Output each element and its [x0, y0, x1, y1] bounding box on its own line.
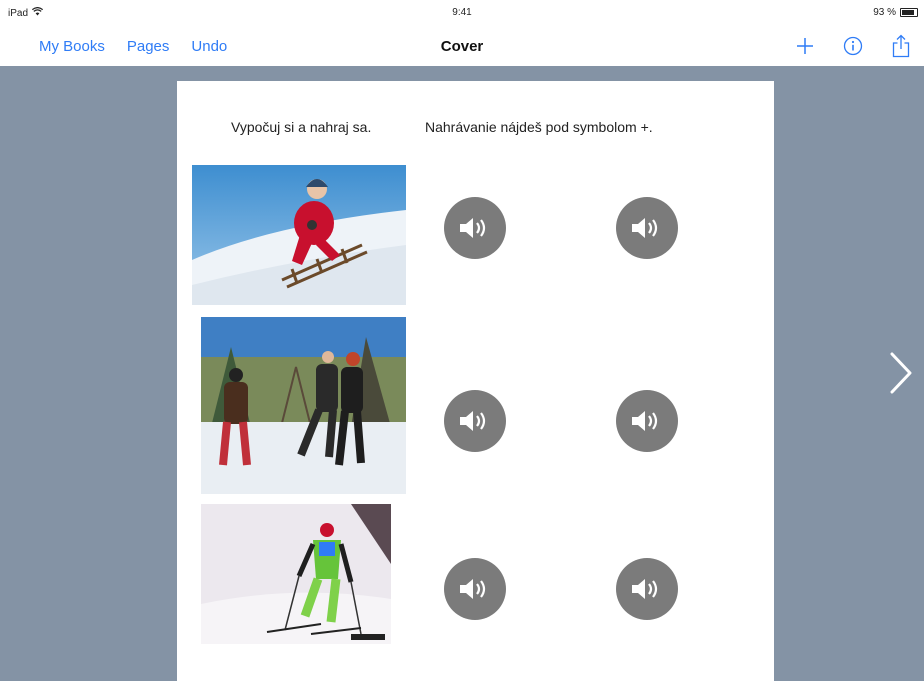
speaker-button-row3-col1[interactable] [444, 558, 506, 620]
skating-photo[interactable] [201, 317, 406, 494]
status-right: 93 % [873, 7, 918, 18]
page-title: Cover [440, 38, 484, 55]
instruction-right: Nahrávanie nájdeš pod symbolom +. [425, 119, 653, 135]
speaker-button-row1-col1[interactable] [444, 197, 506, 259]
status-time: 9:41 [452, 7, 472, 18]
speaker-icon [632, 579, 658, 599]
instruction-left: Vypočuj si a nahraj sa. [231, 119, 372, 135]
nav-right-group [792, 32, 914, 60]
share-icon[interactable] [888, 32, 914, 60]
next-page-chevron-right-icon[interactable] [886, 348, 916, 398]
editor-canvas: Vypočuj si a nahraj sa. Nahrávanie nájde… [0, 66, 924, 681]
book-page[interactable]: Vypočuj si a nahraj sa. Nahrávanie nájde… [177, 81, 774, 681]
battery-fill [902, 10, 914, 15]
battery-icon [900, 8, 918, 17]
info-icon[interactable] [840, 32, 866, 60]
plus-icon[interactable] [792, 32, 818, 60]
speaker-icon [632, 411, 658, 431]
battery-percent: 93 % [873, 7, 896, 18]
speaker-icon [460, 579, 486, 599]
speaker-button-row1-col2[interactable] [616, 197, 678, 259]
speaker-icon [460, 218, 486, 238]
speaker-button-row2-col1[interactable] [444, 390, 506, 452]
navigation-bar: My Books Pages Undo Cover [0, 26, 924, 66]
speaker-icon [460, 411, 486, 431]
sledding-photo[interactable] [192, 165, 406, 305]
speaker-icon [632, 218, 658, 238]
speaker-button-row2-col2[interactable] [616, 390, 678, 452]
speaker-button-row3-col2[interactable] [616, 558, 678, 620]
status-bar: iPad 9:41 93 % [0, 0, 924, 26]
biathlon-photo[interactable] [201, 504, 391, 644]
